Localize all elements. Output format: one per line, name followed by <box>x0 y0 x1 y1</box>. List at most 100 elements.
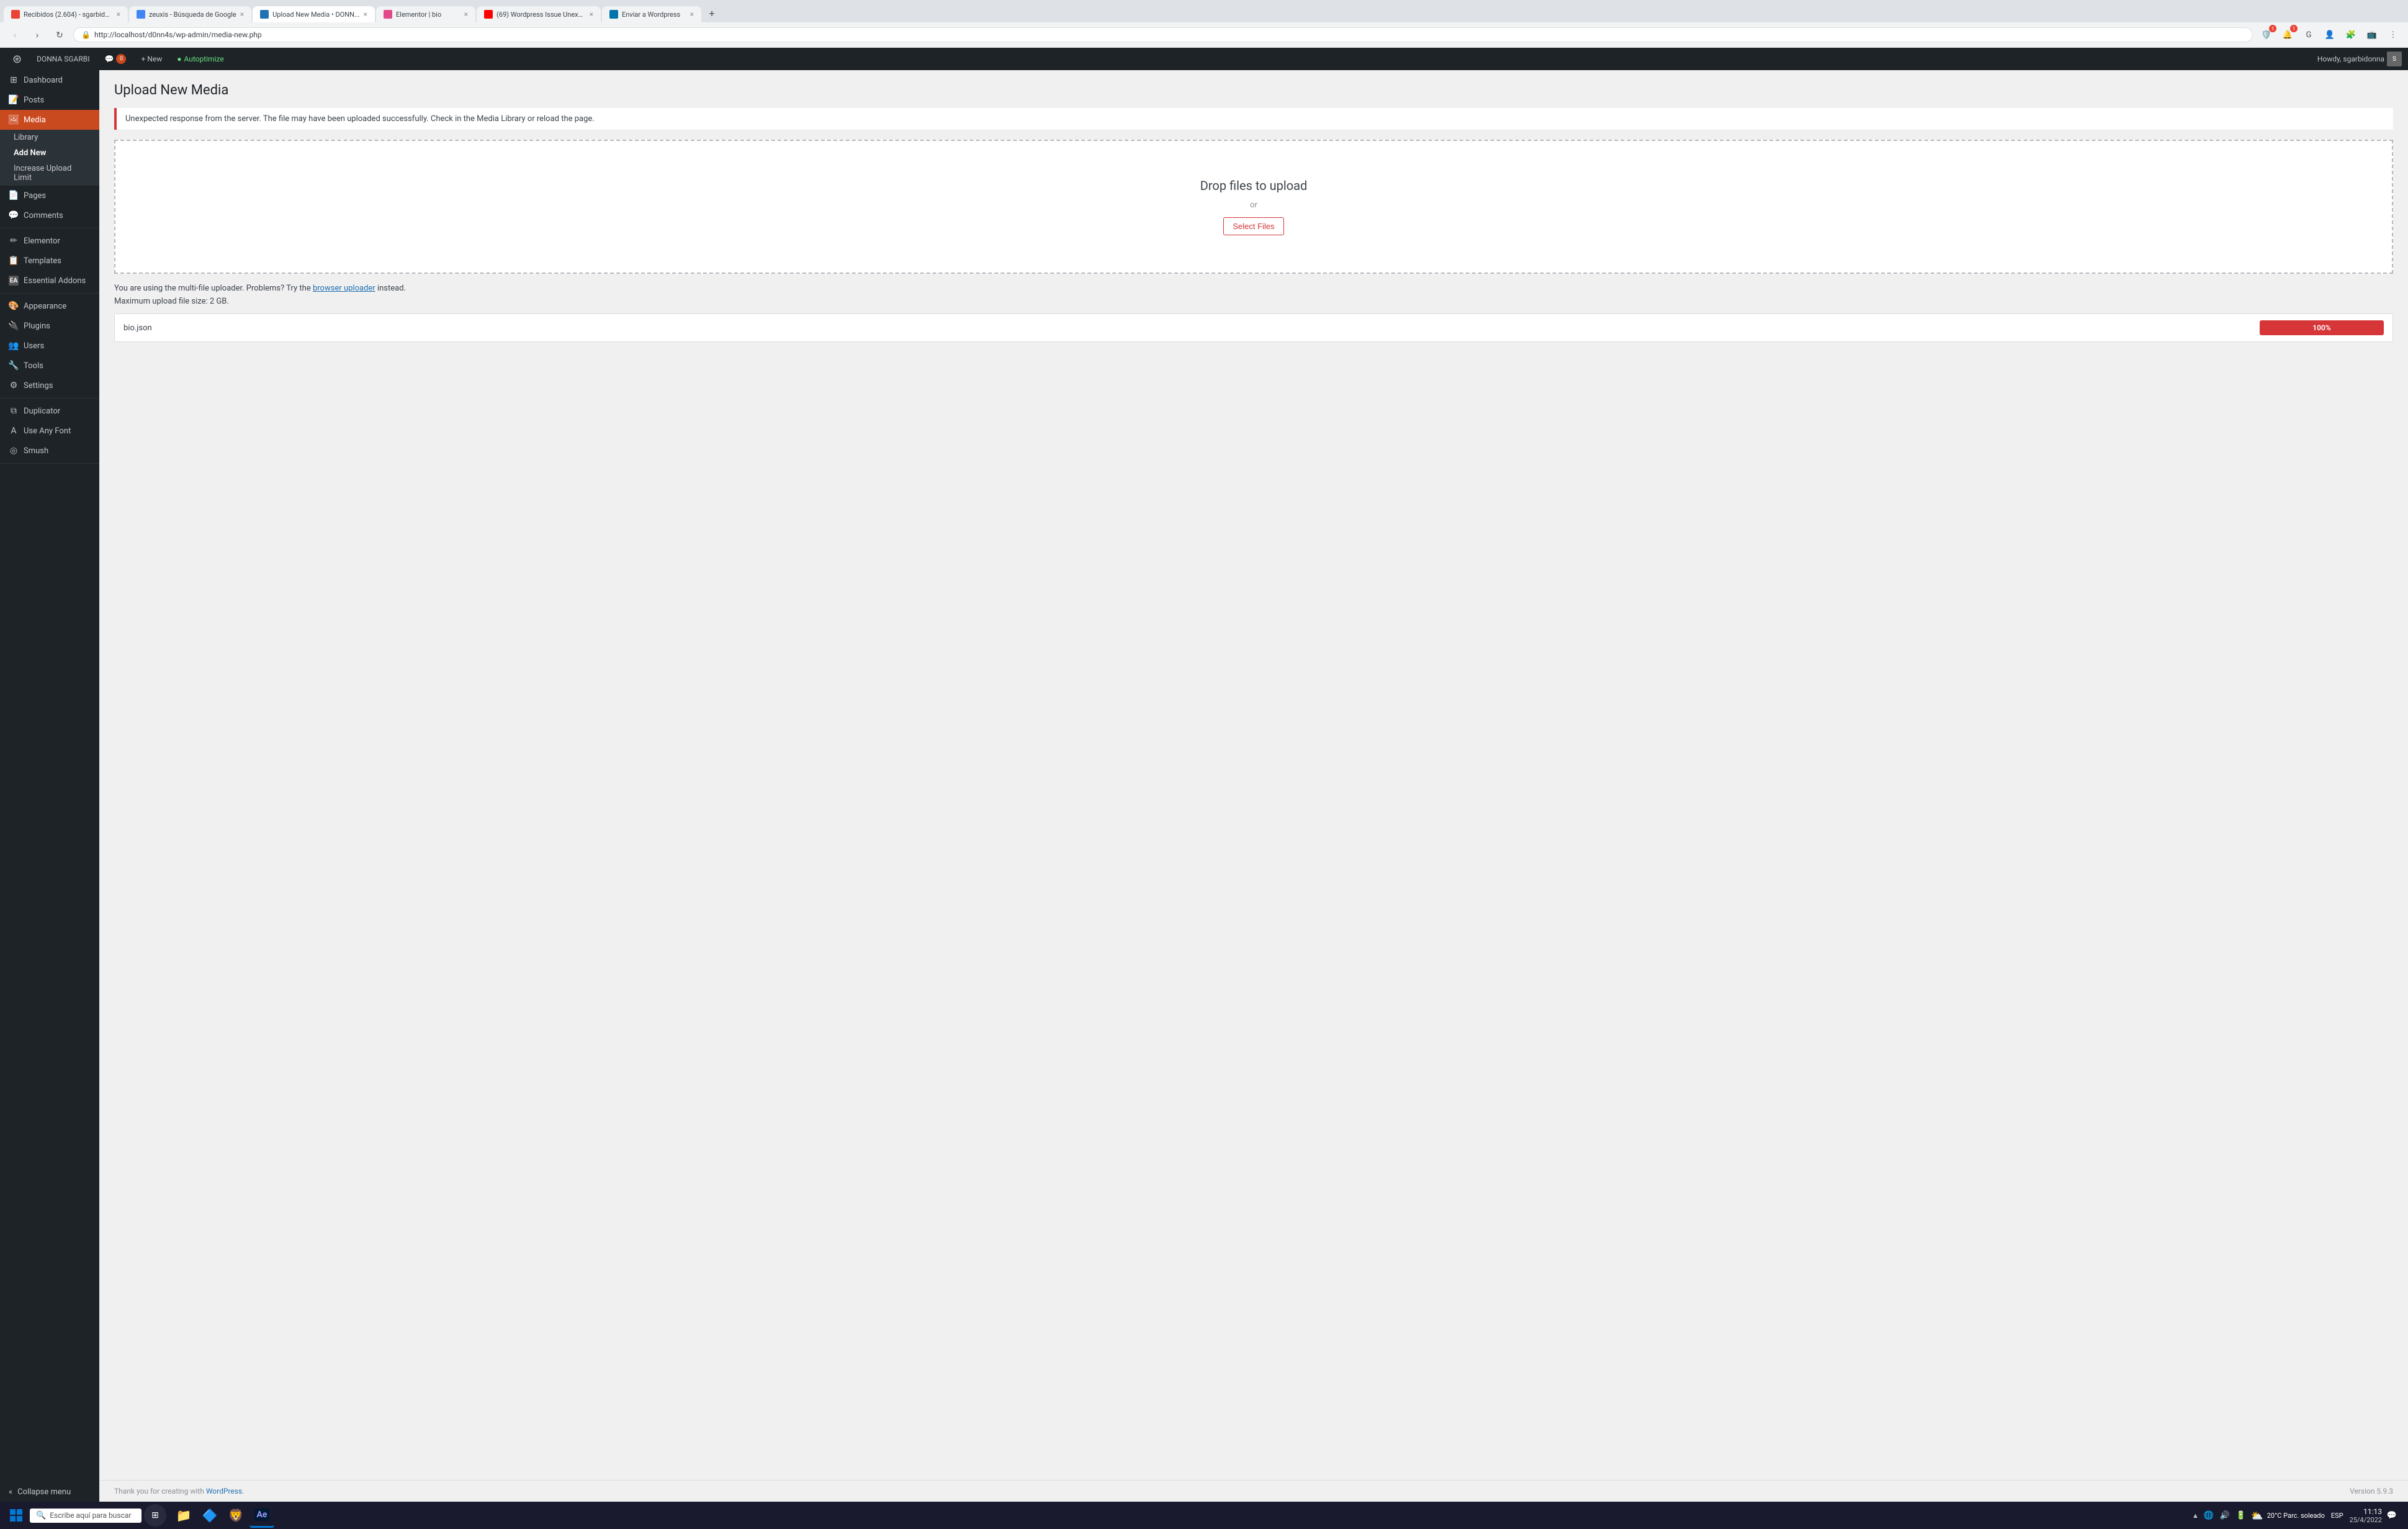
tab-elementor[interactable]: Elementor | bio × <box>376 6 475 22</box>
sidebar-item-users[interactable]: 👥 Users <box>0 336 99 356</box>
settings-icon: ⚙ <box>9 381 19 390</box>
tab-enviar-close[interactable]: × <box>690 10 694 19</box>
forward-button[interactable]: › <box>29 26 46 43</box>
new-item[interactable]: + New <box>135 48 168 70</box>
sidebar-label-tools: Tools <box>24 361 43 371</box>
sidebar-label-dashboard: Dashboard <box>24 76 63 85</box>
tab-elementor-close[interactable]: × <box>464 10 468 19</box>
wp-logo-item[interactable]: ⊛ <box>6 48 28 70</box>
uploader-info-text-before: You are using the multi-file uploader. P… <box>114 284 313 293</box>
tab-enviar-title: Enviar a Wordpress <box>622 11 686 19</box>
select-files-button[interactable]: Select Files <box>1223 217 1283 235</box>
tab-gmail[interactable]: Recibidos (2.604) - sgarbidonna... × <box>4 6 128 22</box>
sidebar-item-use-any-font[interactable]: A Use Any Font <box>0 421 99 441</box>
sidebar-item-comments[interactable]: 💬 Comments <box>0 205 99 225</box>
sidebar-item-essential-addons[interactable]: EA Essential Addons <box>0 271 99 291</box>
taskbar-app-ae[interactable]: Ae <box>249 1503 274 1528</box>
comments-icon: 💬 <box>9 210 19 220</box>
tab-gmail-close[interactable]: × <box>117 10 120 19</box>
sidebar-item-tools[interactable]: 🔧 Tools <box>0 356 99 376</box>
tab-enviar[interactable]: Enviar a Wordpress × <box>602 6 701 22</box>
browser-uploader-link[interactable]: browser uploader <box>313 284 375 293</box>
wp-logo-icon: ⊛ <box>12 53 22 66</box>
taskbar-clock[interactable]: 11:13 25/4/2022 <box>2350 1507 2382 1524</box>
tab-upload-close[interactable]: × <box>364 10 367 19</box>
start-button[interactable] <box>5 1504 27 1527</box>
task-view-button[interactable]: ⊞ <box>144 1504 166 1527</box>
brave-shield-extension[interactable]: 🛡️1 <box>2258 26 2275 43</box>
sidebar-label-use-any-font: Use Any Font <box>24 426 71 436</box>
taskbar-time: 11:13 <box>2350 1507 2382 1516</box>
sidebar-item-posts[interactable]: 📝 Posts <box>0 90 99 110</box>
wordpress-link[interactable]: WordPress <box>206 1487 242 1495</box>
browser-tab-bar: Recibidos (2.604) - sgarbidonna... × zeu… <box>0 0 2408 22</box>
new-tab-button[interactable]: + <box>703 4 721 22</box>
site-name-item[interactable]: DONNA SGARBI <box>30 48 96 70</box>
templates-icon: 📋 <box>9 256 19 266</box>
puzzle-extension[interactable]: 🧩 <box>2342 26 2360 43</box>
tab-youtube[interactable]: (69) Wordpress Issue Unexpecte... × <box>477 6 601 22</box>
add-new-label: Add New <box>14 148 46 158</box>
alert-extension[interactable]: 🔔1 <box>2279 26 2296 43</box>
sidebar-sub-library[interactable]: Library <box>0 130 99 145</box>
tab-upload[interactable]: Upload New Media • DONN... × <box>253 6 375 22</box>
after-effects-icon: Ae <box>254 1509 270 1521</box>
upload-file-row: bio.json 100% <box>114 313 2393 342</box>
tab-zeuxis[interactable]: zeuxis - Búsqueda de Google × <box>129 6 251 22</box>
back-button[interactable]: ‹ <box>6 26 24 43</box>
tray-battery-icon[interactable]: 🔋 <box>2235 1509 2247 1522</box>
sidebar-item-pages[interactable]: 📄 Pages <box>0 186 99 205</box>
sidebar-sub-increase-limit[interactable]: Increase Upload Limit <box>0 161 99 186</box>
translate-extension[interactable]: G <box>2300 26 2317 43</box>
tab-youtube-close[interactable]: × <box>590 10 593 19</box>
cast-extension[interactable]: 📺 <box>2363 26 2381 43</box>
tray-up-arrow-icon[interactable]: ▲ <box>2192 1512 2199 1520</box>
sidebar-item-appearance[interactable]: 🎨 Appearance <box>0 296 99 316</box>
sidebar-label-elementor: Elementor <box>24 237 60 246</box>
sidebar-item-media[interactable]: 🖼 Media <box>0 110 99 130</box>
sidebar-item-plugins[interactable]: 🔌 Plugins <box>0 316 99 336</box>
or-text: or <box>1250 201 1257 210</box>
avatar[interactable]: S <box>2387 52 2402 66</box>
uploader-info-text-after: instead. <box>375 284 406 293</box>
essential-addons-icon: EA <box>9 276 19 286</box>
browser-actions: 🛡️1 🔔1 G 👤 🧩 📺 ⋮ <box>2258 26 2402 43</box>
sidebar-label-templates: Templates <box>24 256 61 266</box>
smush-icon: ◎ <box>9 446 19 456</box>
sidebar-label-pages: Pages <box>24 191 46 201</box>
sidebar-item-dashboard[interactable]: ⊞ Dashboard <box>0 70 99 90</box>
sidebar-label-users: Users <box>24 341 44 351</box>
upload-drop-area[interactable]: Drop files to upload or Select Files <box>114 140 2393 274</box>
taskbar-app-blender[interactable]: 🔷 <box>197 1503 222 1528</box>
notice-text: Unexpected response from the server. The… <box>125 114 595 124</box>
autoptimize-item[interactable]: ● Autoptimize <box>171 48 230 70</box>
address-bar[interactable]: 🔒 http://localhost/d0nn4s/wp-admin/media… <box>73 27 2253 42</box>
taskbar-date: 25/4/2022 <box>2350 1516 2382 1524</box>
tab-zeuxis-close[interactable]: × <box>240 10 244 19</box>
sidebar-item-elementor[interactable]: ✏ Elementor <box>0 231 99 251</box>
error-notice: Unexpected response from the server. The… <box>114 108 2393 130</box>
sidebar-item-settings[interactable]: ⚙ Settings <box>0 376 99 395</box>
notification-center-icon[interactable]: 💬 <box>2386 1509 2398 1522</box>
comments-item[interactable]: 💬 0 <box>99 48 133 70</box>
taskbar-app-brave[interactable]: 🦁 <box>223 1503 248 1528</box>
upload-progress-text: 100% <box>2312 323 2330 332</box>
tray-speaker-icon[interactable]: 🔊 <box>2219 1509 2231 1522</box>
reload-button[interactable]: ↻ <box>51 26 68 43</box>
sidebar-item-smush[interactable]: ◎ Smush <box>0 441 99 461</box>
explorer-icon: 📁 <box>176 1508 192 1523</box>
sidebar-label-duplicator: Duplicator <box>24 407 60 416</box>
collapse-menu-button[interactable]: « Collapse menu <box>0 1482 99 1502</box>
taskbar-search-bar[interactable]: 🔍 Escribe aquí para buscar <box>30 1509 142 1523</box>
profile-extension[interactable]: 👤 <box>2321 26 2338 43</box>
taskbar-app-explorer[interactable]: 📁 <box>171 1503 196 1528</box>
sidebar-sub-add-new[interactable]: Add New <box>0 145 99 161</box>
browser-menu-button[interactable]: ⋮ <box>2384 26 2402 43</box>
sidebar-item-templates[interactable]: 📋 Templates <box>0 251 99 271</box>
lock-icon: 🔒 <box>81 30 91 39</box>
tray-network-icon[interactable]: 🌐 <box>2203 1509 2215 1522</box>
upload-progress-bar: 100% <box>2260 320 2384 335</box>
sidebar-item-duplicator[interactable]: ⧉ Duplicator <box>0 401 99 421</box>
footer-right: Version 5.9.3 <box>2350 1487 2393 1495</box>
main-content: Upload New Media Unexpected response fro… <box>99 70 2408 1480</box>
